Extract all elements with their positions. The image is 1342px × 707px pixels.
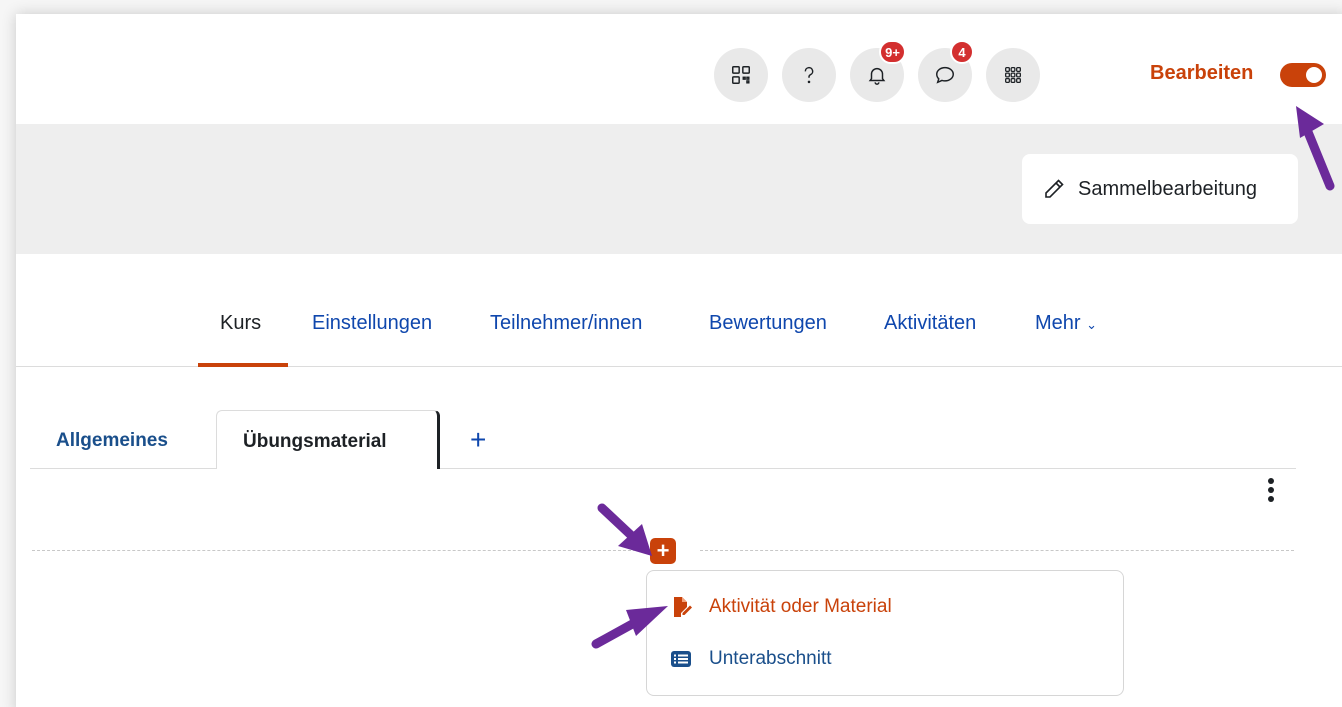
section-divider-left	[32, 550, 636, 551]
notifications-badge: 9+	[879, 40, 906, 64]
help-button[interactable]	[782, 48, 836, 102]
nav-item-einstellungen[interactable]: Einstellungen	[312, 312, 432, 335]
section-tabs: Allgemeines Übungsmaterial +	[30, 410, 1296, 469]
nav-item-mehr-label: Mehr	[1035, 312, 1081, 334]
tab-uebungsmaterial[interactable]: Übungsmaterial	[216, 410, 440, 469]
nav-item-teilnehmer[interactable]: Teilnehmer/innen	[490, 312, 642, 335]
app-frame: 9+ 4 Bearbeiten Sammelbearbeitung Kurs E…	[16, 14, 1342, 707]
pencil-icon	[1045, 179, 1064, 198]
annotation-arrow-toggle	[1296, 106, 1335, 191]
active-nav-indicator	[198, 363, 288, 367]
edit-mode-label: Bearbeiten	[1150, 62, 1254, 84]
add-content-menu: Aktivität oder Material Unterabschnitt	[646, 570, 1124, 696]
messages-badge: 4	[950, 40, 974, 64]
section-divider-right	[700, 550, 1294, 551]
bulk-edit-label: Sammelbearbeitung	[1078, 177, 1257, 200]
messages-button[interactable]: 4	[918, 40, 974, 102]
menu-item-subsection-label: Unterabschnitt	[709, 648, 832, 669]
menu-item-activity[interactable]: Aktivität oder Material	[669, 595, 892, 619]
nav-item-kurs[interactable]: Kurs	[220, 312, 261, 335]
course-main: Kurs Einstellungen Teilnehmer/innen Bewe…	[16, 254, 1342, 707]
annotation-arrow-add-button	[597, 503, 652, 556]
help-icon	[804, 66, 814, 84]
notifications-button[interactable]: 9+	[850, 40, 906, 102]
add-tab-button[interactable]: +	[470, 424, 486, 456]
apps-button[interactable]	[986, 48, 1040, 102]
section-menu-icon[interactable]	[1268, 478, 1276, 506]
qr-code-icon	[732, 66, 750, 84]
apps-grid-icon	[1005, 67, 1021, 83]
activity-edit-icon	[674, 597, 692, 617]
tab-allgemeines[interactable]: Allgemeines	[56, 430, 168, 452]
chat-icon	[936, 66, 954, 84]
page-header-band: Sammelbearbeitung	[16, 124, 1342, 254]
qr-code-button[interactable]	[714, 48, 768, 102]
nav-item-bewertungen[interactable]: Bewertungen	[709, 312, 827, 335]
nav-item-mehr[interactable]: Mehr ⌄	[1035, 312, 1097, 335]
list-icon	[671, 651, 691, 667]
menu-item-subsection[interactable]: Unterabschnitt	[669, 647, 832, 671]
annotation-arrow-activity	[591, 606, 668, 649]
bell-icon	[868, 67, 886, 85]
menu-item-activity-label: Aktivität oder Material	[709, 596, 892, 617]
top-bar: 9+ 4 Bearbeiten	[16, 14, 1342, 124]
edit-mode-toggle[interactable]	[1280, 63, 1326, 87]
bulk-edit-button[interactable]: Sammelbearbeitung	[1022, 154, 1298, 224]
chevron-down-icon: ⌄	[1086, 317, 1098, 332]
secondary-navigation: Kurs Einstellungen Teilnehmer/innen Bewe…	[16, 254, 1342, 367]
nav-item-aktivitaeten[interactable]: Aktivitäten	[884, 312, 976, 335]
